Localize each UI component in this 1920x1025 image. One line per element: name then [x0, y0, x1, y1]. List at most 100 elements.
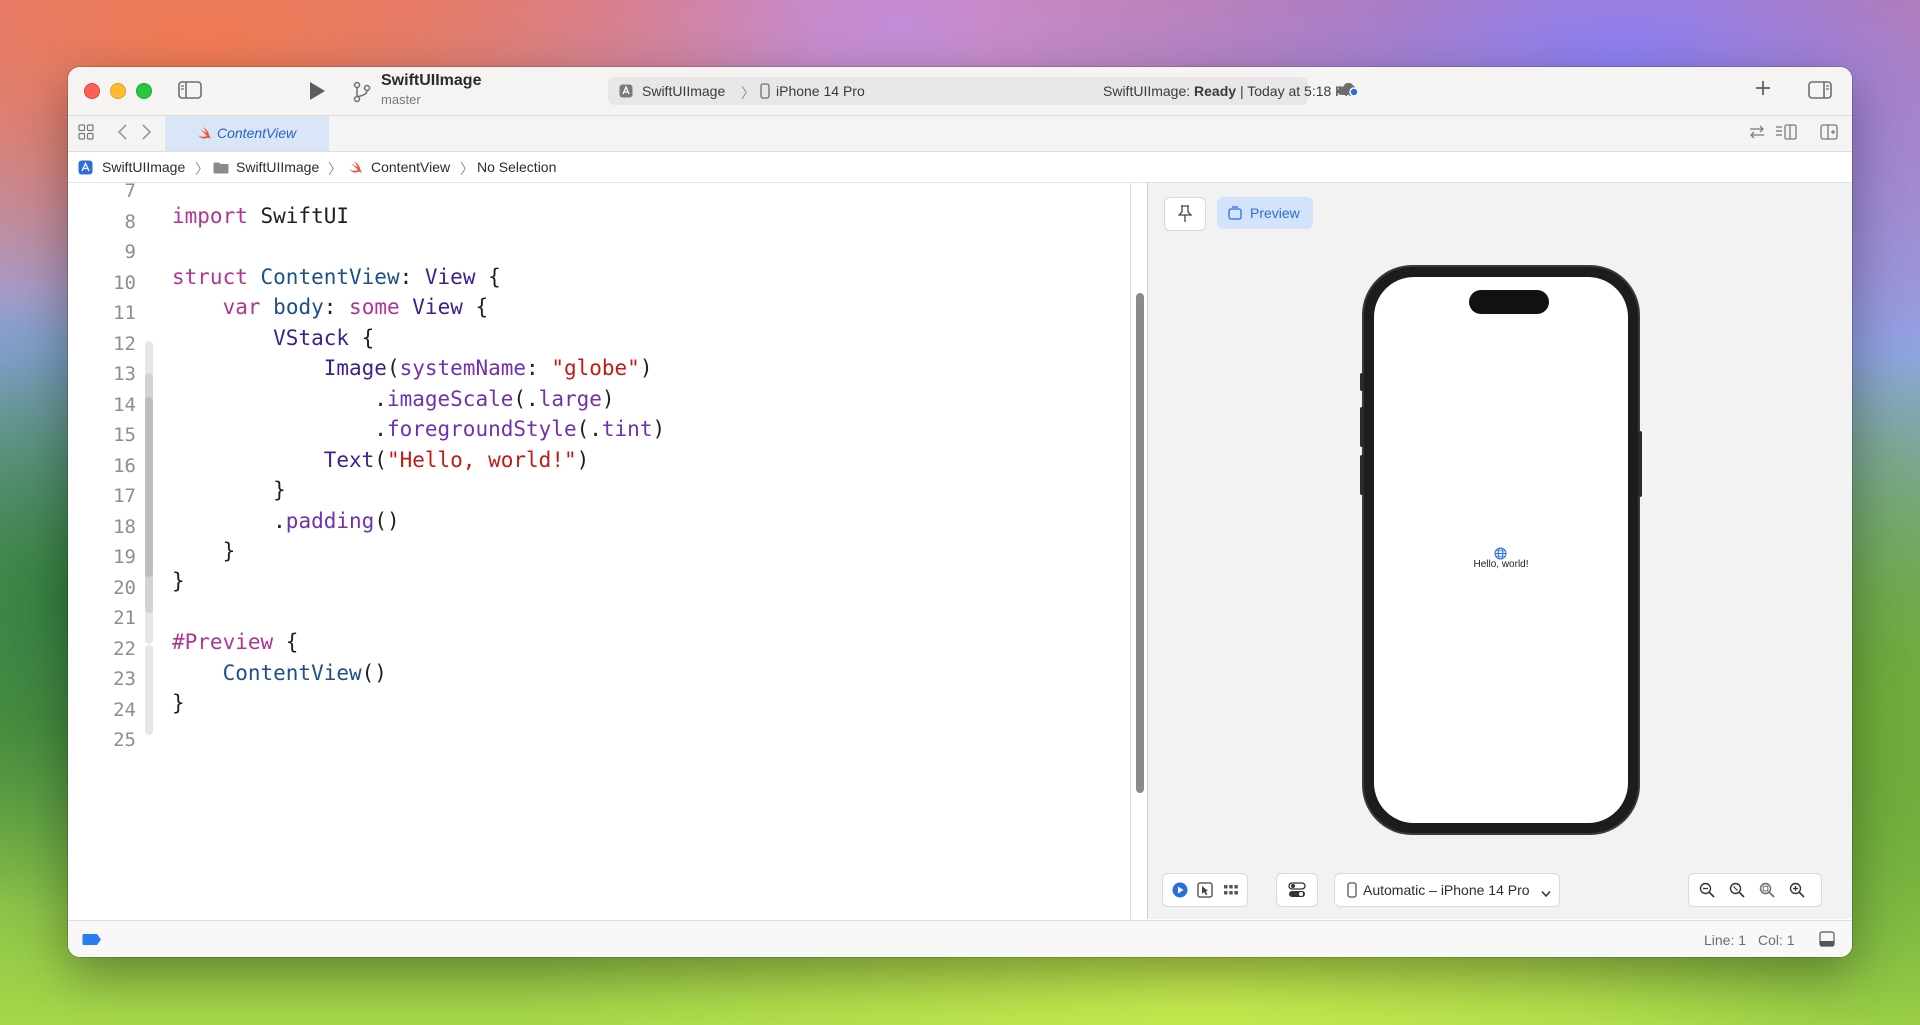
tab-label: ContentView	[217, 125, 297, 141]
source-editor[interactable]: 7 8 9 10 11 12 13 14 15 16 17 18 19 20 21 22 23 24 25 impo…	[68, 180, 1130, 919]
debug-area-icon[interactable]	[82, 933, 102, 949]
phone-volume-up-button	[1360, 407, 1364, 447]
code-line-11: var body: some View {	[222, 295, 489, 319]
window-toolbar: SwiftUIImage master SwiftUIImage 〉 iPhon…	[68, 67, 1852, 116]
run-icon[interactable]	[308, 81, 326, 106]
editor-options-icon[interactable]	[1775, 124, 1797, 145]
code-line-13: Image(systemName: "globe")	[323, 356, 653, 380]
code-line-12: VStack {	[273, 326, 375, 350]
line-number[interactable]: 21	[68, 607, 136, 629]
related-items-icon[interactable]	[78, 124, 94, 145]
line-number[interactable]: 22	[68, 638, 136, 660]
line-number[interactable]: 11	[68, 302, 136, 324]
live-mode-icon[interactable]	[1172, 882, 1188, 902]
code-line-20: }	[172, 569, 185, 593]
preview-screen[interactable]: Hello, world!	[1374, 277, 1628, 823]
cursor-line: Line: 1	[1704, 932, 1747, 948]
forward-arrow-icon[interactable]	[141, 123, 153, 146]
code-line-22: #Preview {	[172, 630, 299, 654]
navigator-toggle-icon[interactable]	[178, 81, 202, 104]
folder-icon	[213, 161, 229, 177]
jumpbar-symbol[interactable]: No Selection	[477, 159, 556, 175]
branch-name[interactable]: master	[381, 92, 421, 107]
preview-mode-button[interactable]: Preview	[1217, 197, 1313, 229]
scheme-name[interactable]: SwiftUIImage	[642, 83, 725, 99]
status-bar: Line: 1 Col: 1	[68, 920, 1852, 957]
code-line-15: .foregroundStyle(.tint)	[172, 417, 666, 441]
jumpbar-project[interactable]: SwiftUIImage	[102, 159, 185, 175]
line-number[interactable]: 13	[68, 363, 136, 385]
close-window-button[interactable]	[84, 83, 100, 99]
line-number[interactable]: 25	[68, 729, 136, 751]
split-editor-icon[interactable]	[1820, 124, 1838, 145]
line-number[interactable]: 19	[68, 546, 136, 568]
line-number[interactable]: 14	[68, 394, 136, 416]
swap-icon[interactable]	[1748, 124, 1766, 145]
code-line-14: .imageScale(.large)	[172, 387, 615, 411]
line-number[interactable]: 20	[68, 577, 136, 599]
pin-button[interactable]	[1164, 197, 1206, 231]
variants-icon[interactable]	[1223, 882, 1239, 902]
chevron-down-icon	[1541, 885, 1551, 901]
swift-file-icon	[348, 160, 362, 177]
line-number[interactable]: 16	[68, 455, 136, 477]
jumpbar-file[interactable]: ContentView	[371, 159, 450, 175]
add-icon[interactable]	[1754, 79, 1772, 100]
minimize-window-button[interactable]	[110, 83, 126, 99]
preview-canvas: Preview Hello, world! Automatic – iPhone…	[1148, 183, 1852, 919]
line-number[interactable]: 9	[68, 241, 136, 263]
scheme-icon	[619, 84, 633, 101]
code-line-17: }	[172, 478, 286, 502]
preview-hello-text: Hello, world!	[1473, 559, 1529, 570]
tab-contentview[interactable]: ContentView	[165, 116, 329, 151]
zoom-fit-icon[interactable]	[1759, 882, 1775, 902]
line-number[interactable]: 24	[68, 699, 136, 721]
device-icon	[1347, 882, 1357, 901]
build-status: SwiftUIImage: Ready | Today at 5:18 PM	[1103, 83, 1356, 99]
debug-panel-toggle-icon[interactable]	[1819, 931, 1835, 950]
editor-scrollbar[interactable]	[1136, 293, 1144, 793]
line-number[interactable]: 10	[68, 272, 136, 294]
zoom-out-icon[interactable]	[1699, 882, 1715, 902]
dynamic-island	[1469, 290, 1549, 314]
activity-viewer[interactable]: SwiftUIImage 〉 iPhone 14 Pro SwiftUIImag…	[608, 77, 1356, 105]
device-settings-button[interactable]	[1276, 873, 1318, 907]
status-state: Ready	[1194, 83, 1237, 99]
line-number[interactable]: 18	[68, 516, 136, 538]
project-icon	[78, 160, 93, 178]
line-number[interactable]: 8	[68, 211, 136, 233]
jumpbar-separator: 〉	[195, 161, 209, 177]
jumpbar-group[interactable]: SwiftUIImage	[236, 159, 319, 175]
jumpbar-separator: 〉	[460, 161, 474, 177]
run-destination[interactable]: iPhone 14 Pro	[776, 83, 865, 99]
editor-tab-bar: ContentView	[68, 116, 1852, 152]
line-number[interactable]: 12	[68, 333, 136, 355]
project-name[interactable]: SwiftUIImage	[381, 72, 481, 90]
device-selector[interactable]: Automatic – iPhone 14 Pro	[1334, 873, 1560, 907]
pin-icon	[1177, 205, 1193, 222]
selectable-mode-icon[interactable]	[1197, 882, 1213, 902]
code-line-18: .padding()	[172, 509, 400, 533]
code-line-24: }	[172, 691, 185, 715]
fold-ribbon[interactable]	[145, 645, 153, 735]
code-line-16: Text("Hello, world!")	[323, 448, 590, 472]
device-selector-label: Automatic – iPhone 14 Pro	[1363, 882, 1530, 898]
zoom-100-icon[interactable]	[1729, 882, 1745, 902]
zoom-in-icon[interactable]	[1789, 882, 1805, 902]
cloud-icon[interactable]	[1337, 81, 1359, 102]
status-prefix: SwiftUIImage:	[1103, 83, 1195, 99]
line-number[interactable]: 17	[68, 485, 136, 507]
cursor-col: Col: 1	[1758, 932, 1795, 948]
fold-ribbon[interactable]	[145, 397, 153, 577]
line-number[interactable]: 15	[68, 424, 136, 446]
jump-bar: SwiftUIImage 〉 SwiftUIImage 〉 ContentVie…	[68, 152, 1852, 183]
inspector-toggle-icon[interactable]	[1808, 81, 1832, 104]
preview-mode-group	[1162, 873, 1248, 907]
device-settings-icon	[1288, 882, 1306, 902]
line-number[interactable]: 7	[68, 180, 136, 202]
line-number[interactable]: 23	[68, 668, 136, 690]
branch-icon	[353, 81, 371, 108]
back-arrow-icon[interactable]	[116, 123, 128, 146]
zoom-window-button[interactable]	[136, 83, 152, 99]
phone-action-button	[1360, 373, 1364, 391]
